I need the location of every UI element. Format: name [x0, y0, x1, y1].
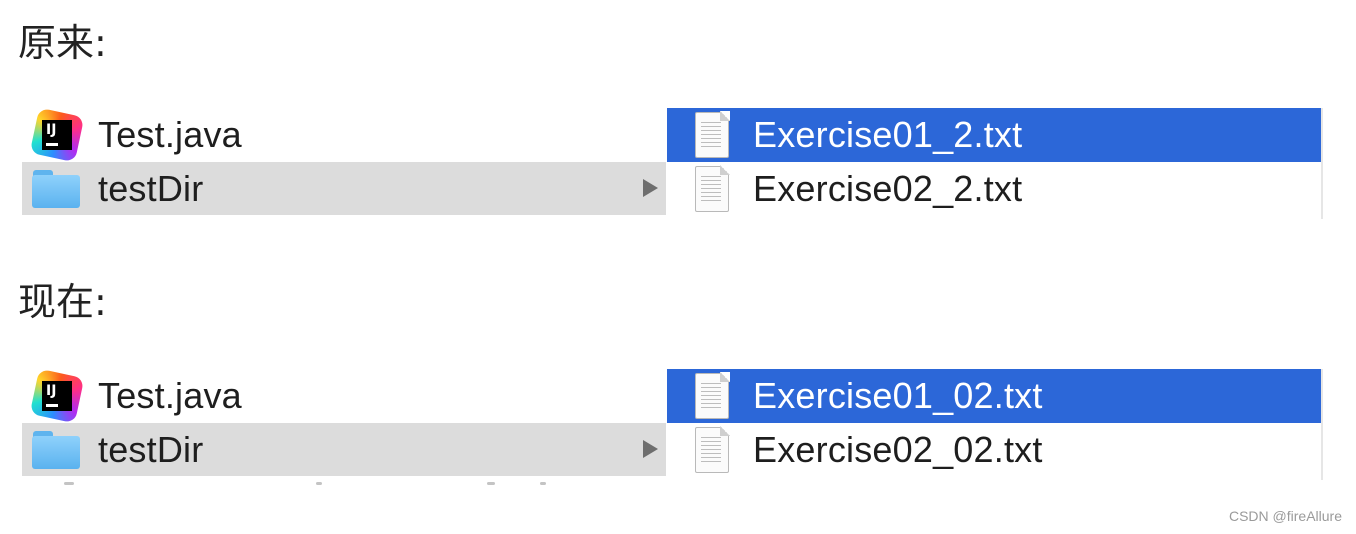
disclosure-arrow-icon [643, 440, 658, 458]
file-name: Exercise02_02.txt [753, 428, 1043, 470]
folder-name: testDir [98, 428, 204, 470]
finder-column-view-before: IJ Test.java testDir Exercise01_2.txt Ex… [0, 104, 1356, 219]
heading-after: 现在: [18, 280, 107, 324]
folder-icon [32, 430, 80, 469]
file-name: Exercise01_02.txt [753, 375, 1043, 416]
file-row-exercise02[interactable]: Exercise02_02.txt [667, 423, 1321, 476]
clipped-next-row [44, 482, 688, 490]
finder-column-view-after: IJ Test.java testDir Exercise01_02.txt E… [0, 365, 1356, 485]
file-row-exercise02[interactable]: Exercise02_2.txt [667, 162, 1321, 215]
folder-row-testdir[interactable]: testDir [22, 423, 666, 476]
text-document-icon [695, 164, 730, 212]
intellij-idea-icon: IJ [29, 107, 85, 162]
finder-parent-column: IJ Test.java testDir [22, 365, 666, 485]
folder-name: testDir [98, 167, 204, 209]
file-row-exercise01[interactable]: Exercise01_2.txt [667, 108, 1321, 162]
finder-child-column: Exercise01_02.txt Exercise02_02.txt [667, 369, 1323, 480]
heading-before: 原来: [18, 21, 107, 65]
finder-child-column: Exercise01_2.txt Exercise02_2.txt [667, 108, 1323, 219]
finder-parent-column: IJ Test.java testDir [22, 104, 666, 219]
watermark: CSDN @fireAllure [1228, 508, 1342, 524]
folder-row-testdir[interactable]: testDir [22, 162, 666, 215]
file-row-exercise01[interactable]: Exercise01_02.txt [667, 369, 1321, 423]
file-name: Exercise02_2.txt [753, 167, 1023, 209]
disclosure-arrow-icon [643, 179, 658, 197]
text-document-icon [695, 111, 730, 158]
folder-icon [32, 169, 80, 208]
file-name: Test.java [98, 374, 242, 416]
file-row-test-java[interactable]: IJ Test.java [22, 107, 666, 162]
file-name: Exercise01_2.txt [753, 114, 1023, 155]
file-name: Test.java [98, 113, 242, 155]
intellij-idea-icon: IJ [29, 368, 85, 423]
text-document-icon [695, 372, 730, 419]
file-row-test-java[interactable]: IJ Test.java [22, 368, 666, 423]
text-document-icon [695, 425, 730, 473]
